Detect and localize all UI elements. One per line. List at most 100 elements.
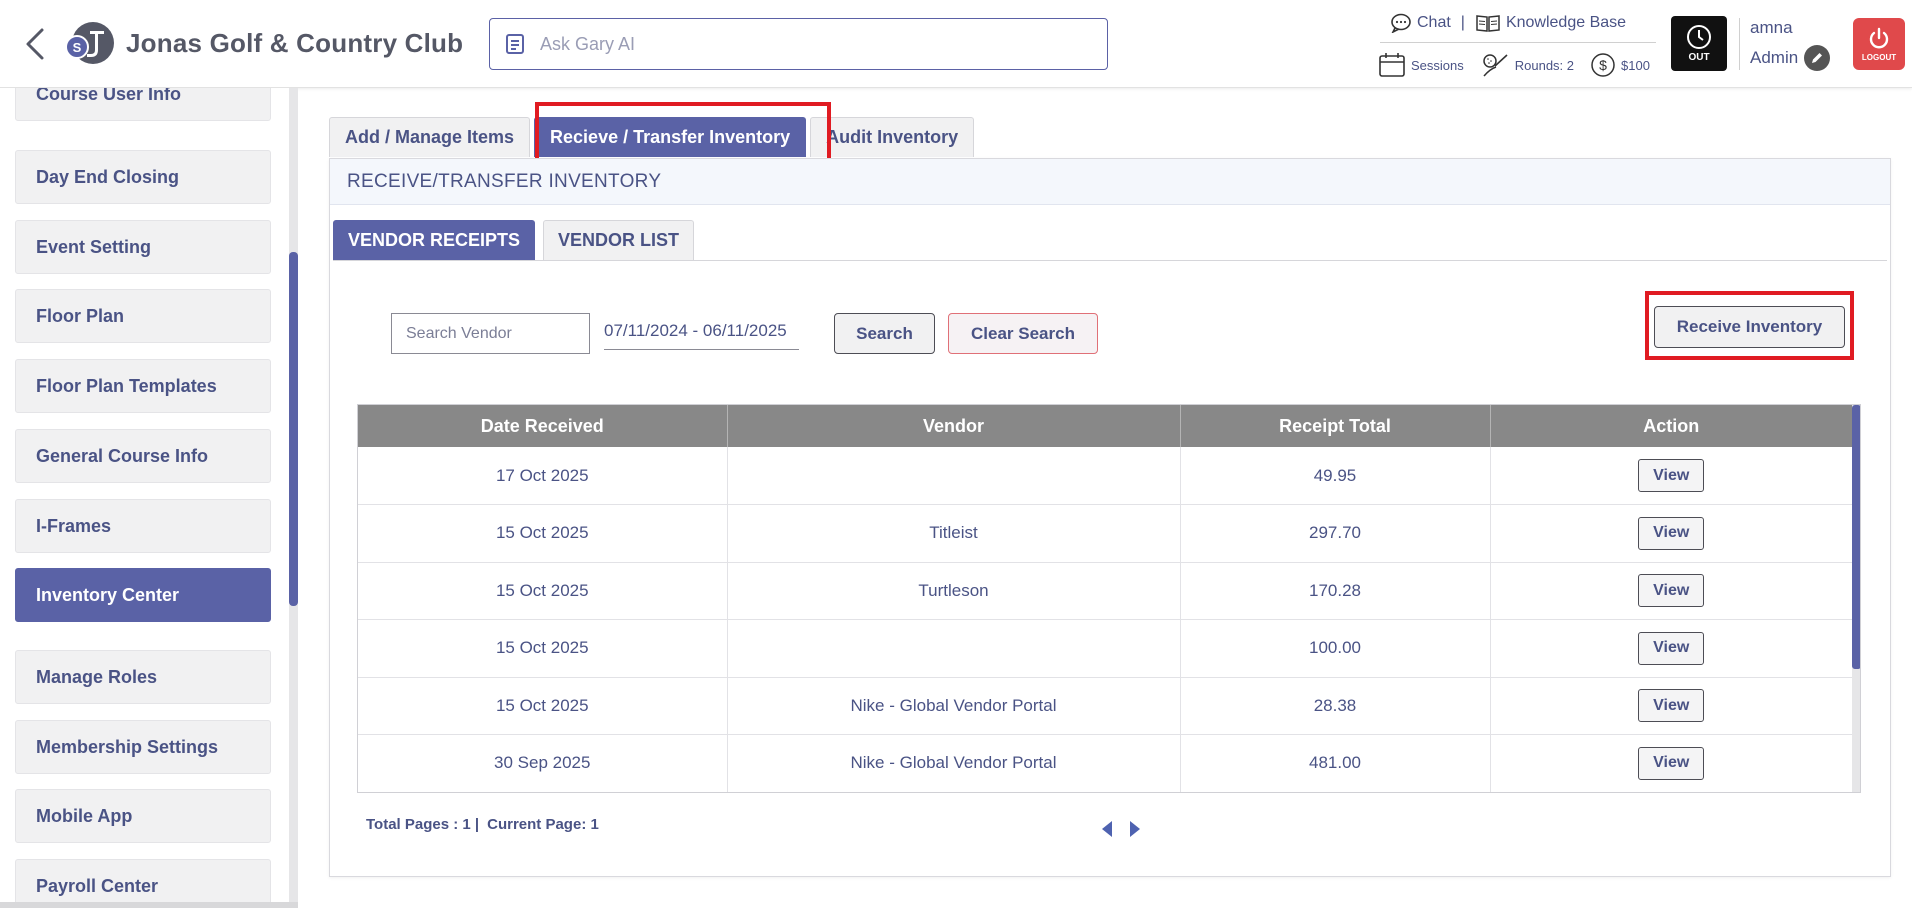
current-page: Current Page: 1 (487, 816, 599, 833)
table-row: 15 Oct 2025 Turtleson 170.28 View (358, 562, 1852, 620)
col-vendor[interactable]: Vendor (727, 405, 1181, 447)
calendar-icon (1379, 53, 1405, 77)
table-row: 15 Oct 2025 Titleist 297.70 View (358, 504, 1852, 563)
cell-action: View (1490, 562, 1852, 620)
sidebar-item-course-user-info[interactable]: Course User Info (15, 88, 271, 121)
table-row: 15 Oct 2025 Nike - Global Vendor Portal … (358, 677, 1852, 735)
search-vendor-input[interactable] (391, 313, 590, 354)
sidebar-item-i-frames[interactable]: I-Frames (15, 499, 271, 553)
prev-page-button[interactable] (1100, 819, 1114, 839)
top-header: S Jonas Golf & Country Club Chat | Knowl… (0, 0, 1912, 88)
clear-search-button[interactable]: Clear Search (948, 313, 1098, 354)
total-pages: Total Pages : 1 | (366, 816, 480, 833)
rounds-link[interactable]: Rounds: 2 (1480, 52, 1574, 78)
sub-tabs: VENDOR RECEIPTS VENDOR LIST (333, 220, 702, 260)
sidebar-item-manage-roles[interactable]: Manage Roles (15, 650, 271, 704)
cell-date: 15 Oct 2025 (358, 677, 728, 735)
edit-profile-button[interactable] (1804, 45, 1831, 71)
sidebar-scrollbar-thumb[interactable] (289, 252, 298, 606)
triangle-right-icon (1130, 821, 1140, 837)
main-tabs: Add / Manage Items Recieve / Transfer In… (329, 117, 978, 157)
view-button[interactable]: View (1638, 516, 1705, 550)
sub-links: Sessions Rounds: 2 $ $100 (1378, 50, 1650, 80)
cell-date: 15 Oct 2025 (358, 562, 728, 620)
balance-label: $100 (1621, 57, 1650, 73)
sidebar-item-mobile-app[interactable]: Mobile App (15, 789, 271, 843)
chevron-left-icon (26, 28, 44, 60)
col-receipt-total[interactable]: Receipt Total (1180, 405, 1491, 447)
pencil-icon (1812, 53, 1823, 63)
rounds-label: Rounds: 2 (1514, 57, 1575, 73)
cell-total: 100.00 (1180, 619, 1491, 678)
sidebar-item-payroll-center[interactable]: Payroll Center (15, 859, 271, 908)
chat-link[interactable]: Chat (1390, 13, 1451, 33)
sidebar-item-inventory-center[interactable]: Inventory Center (15, 568, 271, 622)
cell-vendor (727, 619, 1181, 678)
view-button[interactable]: View (1638, 689, 1705, 723)
knowledge-base-link[interactable]: Knowledge Base (1475, 13, 1626, 33)
cell-vendor: Nike - Global Vendor Portal (727, 734, 1181, 792)
view-button[interactable]: View (1638, 746, 1705, 780)
cell-date: 15 Oct 2025 (358, 504, 728, 563)
sidebar-item-membership-settings[interactable]: Membership Settings (15, 720, 271, 774)
tab-add-manage-items[interactable]: Add / Manage Items (329, 117, 531, 157)
table-row: 17 Oct 2025 49.95 View (358, 447, 1852, 505)
col-date-received[interactable]: Date Received (358, 405, 728, 447)
balance-link[interactable]: $ $100 (1590, 52, 1650, 78)
cell-vendor: Nike - Global Vendor Portal (727, 677, 1181, 735)
pager (1100, 819, 1142, 839)
receive-inventory-button[interactable]: Receive Inventory (1654, 306, 1845, 348)
col-action: Action (1490, 405, 1852, 447)
view-button[interactable]: View (1638, 459, 1705, 492)
sidebar-item-day-end-closing[interactable]: Day End Closing (15, 150, 271, 204)
logout-button[interactable]: LOGOUT (1853, 18, 1905, 70)
back-button[interactable] (22, 24, 50, 64)
knowledge-base-label: Knowledge Base (1505, 14, 1627, 31)
cell-action: View (1490, 447, 1852, 505)
cell-action: View (1490, 504, 1852, 563)
table-scrollbar-thumb[interactable] (1852, 405, 1860, 669)
clock-out-button[interactable]: OUT (1671, 16, 1727, 71)
pagination-info: Total Pages : 1 | Current Page: 1 (366, 816, 599, 833)
cell-action: View (1490, 734, 1852, 792)
triangle-left-icon (1102, 821, 1112, 837)
receipts-table-wrap: Date Received Vendor Receipt Total Actio… (357, 404, 1861, 793)
cell-total: 481.00 (1180, 734, 1491, 792)
table-row: 30 Sep 2025 Nike - Global Vendor Portal … (358, 734, 1852, 792)
user-role: Admin (1750, 48, 1799, 67)
cell-date: 30 Sep 2025 (358, 734, 728, 792)
sidebar-horizontal-scrollbar[interactable] (0, 902, 298, 908)
next-page-button[interactable] (1128, 819, 1142, 839)
chat-label: Chat (1417, 14, 1451, 31)
cell-date: 17 Oct 2025 (358, 447, 728, 505)
view-button[interactable]: View (1638, 631, 1705, 665)
clock-icon (1687, 25, 1711, 49)
user-role-row: Admin (1750, 45, 1831, 71)
cell-action: View (1490, 677, 1852, 735)
view-button[interactable]: View (1638, 574, 1705, 608)
sidebar-item-floor-plan-templates[interactable]: Floor Plan Templates (15, 359, 271, 413)
sidebar-item-floor-plan[interactable]: Floor Plan (15, 289, 271, 343)
sidebar-item-general-course-info[interactable]: General Course Info (15, 429, 271, 483)
dollar-circle-icon: $ (1591, 53, 1615, 77)
cell-vendor: Turtleson (727, 562, 1181, 620)
user-name: amna (1750, 18, 1793, 37)
cell-total: 170.28 (1180, 562, 1491, 620)
sidebar-item-event-setting[interactable]: Event Setting (15, 220, 271, 274)
tab-receive-transfer-inventory[interactable]: Recieve / Transfer Inventory (534, 117, 807, 157)
club-logo: S (64, 20, 116, 66)
search-button[interactable]: Search (834, 313, 935, 354)
note-icon (506, 34, 524, 54)
sessions-link[interactable]: Sessions (1378, 52, 1464, 78)
subtab-vendor-list[interactable]: VENDOR LIST (543, 220, 695, 260)
sidebar: Course User Info Day End Closing Event S… (0, 88, 298, 908)
subtab-divider (333, 260, 1887, 261)
ask-gary-input[interactable] (540, 33, 1080, 55)
panel-title: RECEIVE/TRANSFER INVENTORY (330, 159, 1890, 205)
ask-gary-box[interactable] (489, 18, 1108, 70)
tab-audit-inventory[interactable]: Audit Inventory (810, 117, 975, 157)
subtab-vendor-receipts[interactable]: VENDOR RECEIPTS (333, 220, 536, 260)
date-range-input[interactable] (604, 313, 799, 350)
logout-label: LOGOUT (1861, 52, 1897, 62)
table-row: 15 Oct 2025 100.00 View (358, 619, 1852, 678)
